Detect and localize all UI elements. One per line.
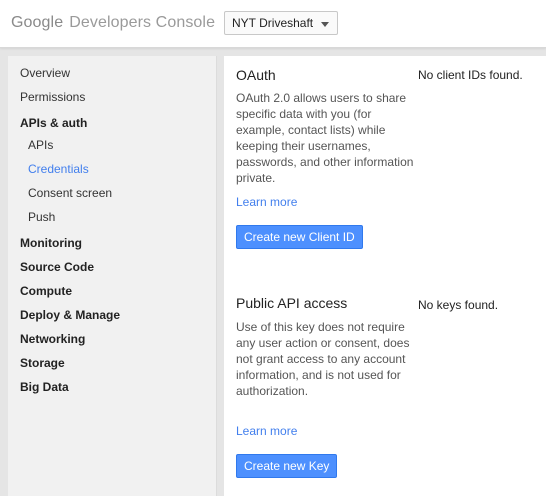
- create-new-key-button[interactable]: Create new Key: [236, 454, 338, 478]
- sidebar-item-storage[interactable]: Storage: [20, 356, 65, 371]
- sidebar-item-overview[interactable]: Overview: [20, 66, 70, 81]
- credentials-panel: OAuth OAuth 2.0 allows users to share sp…: [224, 56, 546, 496]
- sidebar-item-big-data[interactable]: Big Data: [20, 380, 69, 395]
- sidebar-item-apis-auth[interactable]: APIs & auth: [20, 116, 87, 131]
- top-bar: Google Developers Console NYT Driveshaft: [0, 0, 546, 48]
- public-api-learn-more-link[interactable]: Learn more: [236, 424, 297, 439]
- sidebar-item-credentials[interactable]: Credentials: [28, 162, 89, 177]
- project-name: NYT Driveshaft: [232, 16, 314, 30]
- oauth-title: OAuth: [236, 67, 276, 83]
- sidebar-item-compute[interactable]: Compute: [20, 284, 72, 299]
- product-name: Developers Console: [69, 14, 216, 31]
- public-api-status: No keys found.: [418, 298, 499, 312]
- oauth-status: No client IDs found.: [418, 68, 523, 82]
- create-client-id-button[interactable]: Create new Client ID: [236, 225, 363, 249]
- public-api-description: Use of this key does not require any use…: [236, 320, 410, 398]
- sidebar-item-source-code[interactable]: Source Code: [20, 260, 94, 275]
- oauth-description: OAuth 2.0 allows users to share specific…: [236, 91, 414, 185]
- sidebar-item-apis[interactable]: APIs: [28, 138, 53, 153]
- oauth-learn-more-link[interactable]: Learn more: [236, 195, 297, 210]
- caret-down-icon: [321, 22, 329, 27]
- public-api-title: Public API access: [236, 295, 348, 311]
- sidebar-item-deploy-manage[interactable]: Deploy & Manage: [20, 308, 120, 323]
- sidebar-item-consent-screen[interactable]: Consent screen: [28, 186, 112, 201]
- project-selector[interactable]: NYT Driveshaft: [224, 11, 338, 35]
- sidebar-nav: Overview Permissions APIs & auth APIs Cr…: [8, 56, 217, 496]
- sidebar-item-permissions[interactable]: Permissions: [20, 90, 85, 105]
- google-wordmark: Google: [11, 14, 64, 31]
- sidebar-item-monitoring[interactable]: Monitoring: [20, 236, 82, 251]
- sidebar-item-networking[interactable]: Networking: [20, 332, 85, 347]
- sidebar-item-push[interactable]: Push: [28, 210, 55, 225]
- console-logo[interactable]: Google Developers Console: [11, 13, 215, 33]
